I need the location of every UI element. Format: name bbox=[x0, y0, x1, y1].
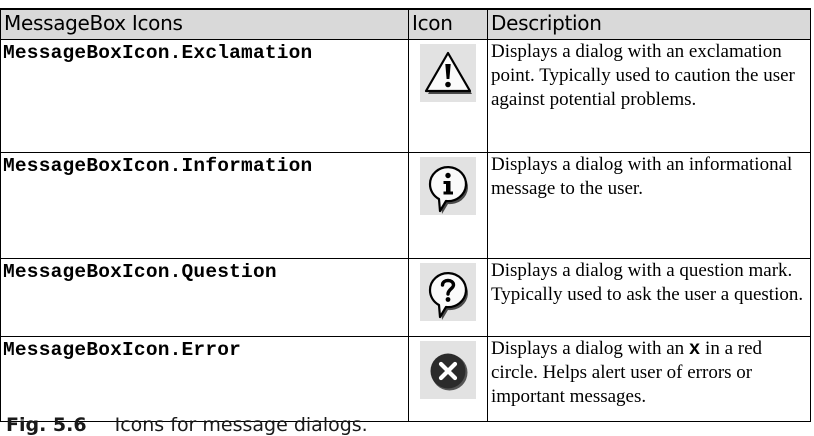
table-header-row: MessageBox Icons Icon Description bbox=[0, 8, 811, 40]
caption-text: Icons for message dialogs. bbox=[114, 414, 368, 436]
icon-name-cell: MessageBoxIcon.Error bbox=[0, 335, 409, 422]
description-cell: Displays a dialog with an exclamation po… bbox=[487, 38, 811, 153]
description-text: Displays a dialog with an bbox=[491, 337, 689, 359]
icon-cell bbox=[408, 257, 488, 337]
description-code: x bbox=[688, 337, 701, 360]
icon-name-cell: MessageBoxIcon.Information bbox=[0, 151, 409, 259]
question-icon bbox=[420, 262, 476, 321]
figure: MessageBox Icons Icon Description Messag… bbox=[0, 0, 814, 436]
icon-name-cell: MessageBoxIcon.Exclamation bbox=[0, 38, 409, 153]
column-header-message-box-icons: MessageBox Icons bbox=[0, 8, 409, 40]
table-row: MessageBoxIcon.Question Displays a dialo… bbox=[0, 257, 811, 337]
description-cell: Displays a dialog with an informational … bbox=[487, 151, 811, 259]
column-header-icon: Icon bbox=[408, 8, 488, 40]
column-header-description: Description bbox=[487, 8, 811, 40]
error-icon bbox=[420, 340, 476, 399]
icon-cell bbox=[408, 335, 488, 422]
figure-label: Fig. 5.6 bbox=[6, 414, 87, 436]
icon-cell bbox=[408, 38, 488, 153]
table-row: MessageBoxIcon.Exclamation Displays a di… bbox=[0, 38, 811, 153]
information-icon bbox=[420, 156, 476, 215]
icon-name-cell: MessageBoxIcon.Question bbox=[0, 257, 409, 337]
exclamation-icon bbox=[420, 43, 476, 102]
table-row: MessageBoxIcon.Information Displays a di… bbox=[0, 151, 811, 259]
description-cell: Displays a dialog with an x in a red cir… bbox=[487, 335, 811, 422]
description-cell: Displays a dialog with a question mark. … bbox=[487, 257, 811, 337]
message-box-icons-table: MessageBox Icons Icon Description Messag… bbox=[0, 8, 811, 422]
table-row: MessageBoxIcon.Error Displays a dialog w… bbox=[0, 335, 811, 422]
icon-cell bbox=[408, 151, 488, 259]
figure-caption: Fig. 5.6 Icons for message dialogs. bbox=[6, 414, 368, 436]
